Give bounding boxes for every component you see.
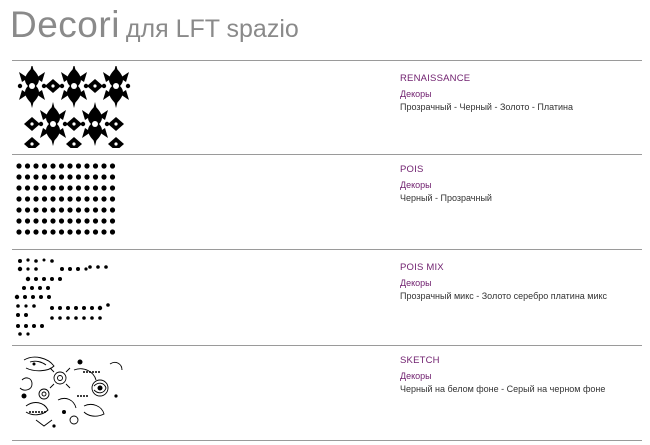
pois-swatch — [14, 160, 134, 242]
item-options: Прозрачный - Черный - Золото - Платина — [400, 102, 574, 112]
divider — [12, 249, 642, 250]
renaissance-swatch — [14, 64, 134, 151]
divider — [12, 440, 642, 441]
item-renaissance: RENAISSANCE Декоры Прозрачный - Черный -… — [400, 73, 645, 112]
page-title: Decori для LFT spazio — [10, 4, 299, 46]
item-category: Декоры — [400, 180, 432, 190]
item-options: Прозрачный микс - Золото серебро платина… — [400, 291, 608, 301]
item-sketch: SKETCH Декоры Черный на белом фоне - Сер… — [400, 355, 645, 394]
sketch-swatch — [14, 350, 134, 432]
item-category: Декоры — [400, 278, 432, 288]
mixed-dots-pattern-icon — [14, 258, 110, 336]
item-pois: POIS Декоры Черный - Прозрачный — [400, 164, 645, 203]
pois-mix-swatch — [14, 255, 134, 337]
item-name: POIS — [400, 164, 424, 175]
item-category: Декоры — [400, 89, 432, 99]
item-options: Черный на белом фоне - Серый на черном ф… — [400, 384, 606, 394]
divider — [12, 60, 642, 61]
damask-pattern-icon — [17, 64, 131, 151]
item-name: RENAISSANCE — [400, 73, 471, 84]
dot-grid-pattern-icon — [16, 163, 116, 235]
sketch-floral-pattern-icon — [19, 356, 123, 428]
page-title-sub: для LFT spazio — [125, 15, 299, 43]
item-pois-mix: POIS MIX Декоры Прозрачный микс - Золото… — [400, 262, 645, 301]
item-name: SKETCH — [400, 355, 440, 366]
divider — [12, 345, 642, 346]
item-category: Декоры — [400, 371, 432, 381]
divider — [12, 154, 642, 155]
item-name: POIS MIX — [400, 262, 444, 273]
item-options: Черный - Прозрачный — [400, 193, 492, 203]
page-title-main: Decori — [10, 4, 120, 45]
